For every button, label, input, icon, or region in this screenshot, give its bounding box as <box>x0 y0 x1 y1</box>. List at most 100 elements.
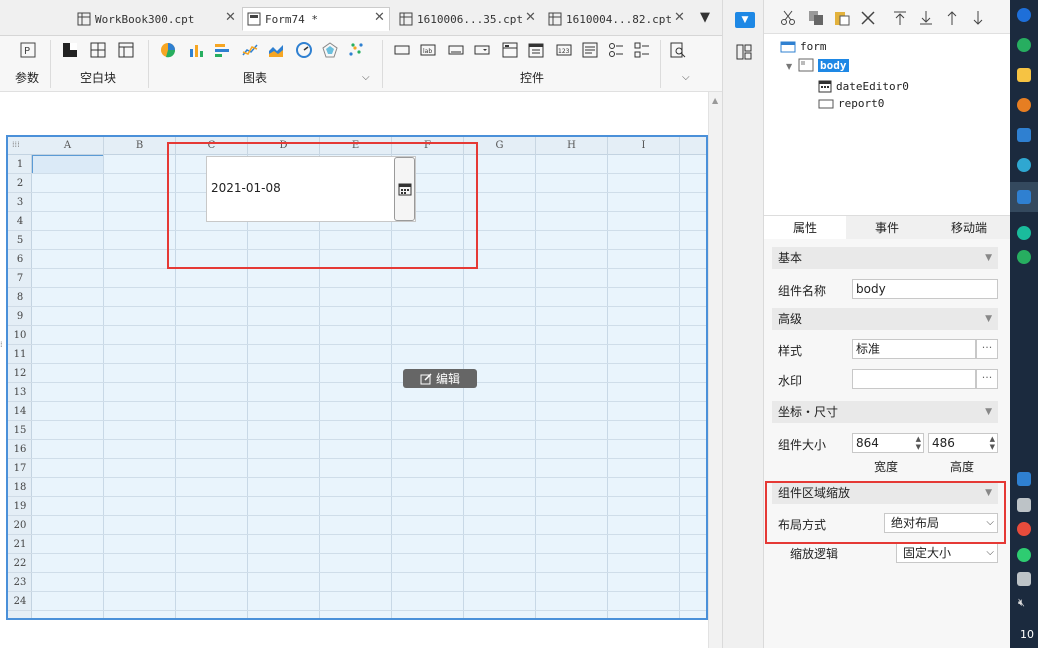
tab-events[interactable]: 事件 <box>846 216 928 240</box>
textarea-widget-icon[interactable] <box>582 42 598 58</box>
radar-chart-icon[interactable] <box>322 42 338 58</box>
app-icon[interactable] <box>1017 226 1031 240</box>
browser-icon[interactable] <box>1017 8 1031 22</box>
row-header[interactable]: 12 <box>8 364 32 383</box>
qq-penguin-icon[interactable] <box>1017 522 1031 536</box>
scale-dropdown[interactable]: 固定大小 ⌵ <box>896 543 998 563</box>
chevron-down-icon[interactable]: ⌵ <box>362 72 370 83</box>
gauge-chart-icon[interactable] <box>296 42 312 58</box>
close-icon[interactable]: ✕ <box>374 10 385 25</box>
edit-button[interactable]: 编辑 <box>403 369 477 388</box>
tab-workbook300[interactable]: WorkBook300.cpt <box>72 7 199 31</box>
row-header[interactable]: 4 <box>8 212 32 231</box>
close-icon[interactable]: ✕ <box>525 10 536 25</box>
app-icon[interactable] <box>1017 250 1031 264</box>
row-header[interactable]: 3 <box>8 193 32 212</box>
move-top-icon[interactable] <box>892 10 908 26</box>
scatter-chart-icon[interactable] <box>348 42 364 58</box>
row-header[interactable]: 16 <box>8 440 32 459</box>
tab-1610006[interactable]: 1610006...35.cpt <box>394 7 528 31</box>
tab-block-icon[interactable] <box>118 42 134 58</box>
tree-node-dateeditor0[interactable]: dateEditor0 <box>818 79 909 93</box>
section-basic[interactable]: 基本 ▼ <box>772 247 998 269</box>
vertical-scrollbar[interactable]: ▲ <box>708 92 722 648</box>
date-picker-button[interactable] <box>394 157 415 221</box>
wechat-icon[interactable] <box>1017 548 1031 562</box>
textbox-widget-icon[interactable] <box>394 42 410 58</box>
row-header[interactable]: 23 <box>8 573 32 592</box>
app-icon[interactable] <box>1017 98 1031 112</box>
column-header[interactable]: G <box>464 137 536 155</box>
folder-icon[interactable] <box>1017 68 1031 82</box>
tab-list-dropdown-icon[interactable]: ▼ <box>700 10 710 25</box>
style-input[interactable]: 标准 <box>852 339 976 359</box>
row-header[interactable]: 8 <box>8 288 32 307</box>
move-bottom-icon[interactable] <box>918 10 934 26</box>
watermark-more-button[interactable]: ··· <box>976 369 998 389</box>
row-header[interactable]: 2 <box>8 174 32 193</box>
column-header[interactable]: E <box>320 137 392 155</box>
row-header[interactable]: 20 <box>8 516 32 535</box>
width-spinner[interactable]: 864 ▲ ▼ <box>852 433 924 453</box>
row-header[interactable]: 22 <box>8 554 32 573</box>
qq-icon[interactable] <box>1017 472 1031 486</box>
row-header[interactable]: 18 <box>8 478 32 497</box>
chevron-down-icon[interactable]: ⌵ <box>682 72 690 83</box>
bar-chart-icon[interactable] <box>188 42 204 58</box>
cut-icon[interactable] <box>780 10 796 26</box>
move-up-icon[interactable] <box>944 10 960 26</box>
date-widget-icon[interactable] <box>528 42 544 58</box>
button-widget-icon[interactable] <box>448 42 464 58</box>
delete-icon[interactable] <box>860 10 876 26</box>
column-header[interactable]: C <box>176 137 248 155</box>
column-header[interactable]: D <box>248 137 320 155</box>
volume-muted-icon[interactable]: 🔇︎ <box>1018 596 1025 610</box>
active-app-highlight[interactable] <box>1010 182 1038 212</box>
line-chart-icon[interactable] <box>242 42 258 58</box>
battery-icon[interactable] <box>1017 572 1031 586</box>
style-more-button[interactable]: ··· <box>976 339 998 359</box>
layout-panel-icon[interactable] <box>736 44 752 63</box>
number-widget-icon[interactable]: 123 <box>556 42 572 58</box>
tab-properties[interactable]: 属性 <box>764 216 846 240</box>
tab-1610004[interactable]: 1610004...82.cpt <box>543 7 677 31</box>
component-dropdown-icon[interactable]: ▼ <box>735 12 755 28</box>
tree-node-report0[interactable]: report0 <box>818 97 884 110</box>
component-name-input[interactable]: body <box>852 279 998 299</box>
horizontal-bar-chart-icon[interactable] <box>214 42 230 58</box>
app-icon[interactable] <box>1017 128 1031 142</box>
spinner-arrows-icon[interactable]: ▲ ▼ <box>916 435 921 451</box>
close-icon[interactable]: ✕ <box>225 10 236 25</box>
tree-expand-icon[interactable]: ▼ <box>786 62 792 71</box>
area-chart-icon[interactable] <box>268 42 284 58</box>
row-header[interactable]: 6 <box>8 250 32 269</box>
row-header[interactable]: 9 <box>8 307 32 326</box>
checkbox-group-icon[interactable] <box>634 42 650 58</box>
pie-chart-icon[interactable] <box>160 42 176 58</box>
row-header[interactable]: 14 <box>8 402 32 421</box>
row-header[interactable]: 13 <box>8 383 32 402</box>
app-icon[interactable] <box>1017 158 1031 172</box>
combo-widget-icon[interactable] <box>474 42 490 58</box>
device-icon[interactable] <box>1017 498 1031 512</box>
chrome-icon[interactable] <box>1017 38 1031 52</box>
column-header[interactable]: B <box>104 137 176 155</box>
select-all-icon[interactable]: ⁞⁞⁞ <box>12 140 20 149</box>
blank-block-icon[interactable] <box>62 42 78 58</box>
parameter-icon[interactable]: P <box>20 42 36 58</box>
column-header[interactable]: H <box>536 137 608 155</box>
tree-node-body[interactable]: body <box>798 58 849 72</box>
row-header[interactable]: 1 <box>8 155 32 174</box>
row-header[interactable]: 24 <box>8 592 32 611</box>
move-down-icon[interactable] <box>970 10 986 26</box>
tab-form74[interactable]: Form74 * <box>242 7 390 31</box>
column-header[interactable]: F <box>392 137 464 155</box>
date-editor-widget[interactable]: 2021-01-08 <box>206 156 416 222</box>
section-advanced[interactable]: 高级 ▼ <box>772 308 998 330</box>
row-header[interactable]: 7 <box>8 269 32 288</box>
column-header[interactable]: A <box>32 137 104 155</box>
row-header[interactable]: 19 <box>8 497 32 516</box>
height-spinner[interactable]: 486 ▲ ▼ <box>928 433 998 453</box>
layout-dropdown[interactable]: 绝对布局 ⌵ <box>884 513 998 533</box>
close-icon[interactable]: ✕ <box>674 10 685 25</box>
